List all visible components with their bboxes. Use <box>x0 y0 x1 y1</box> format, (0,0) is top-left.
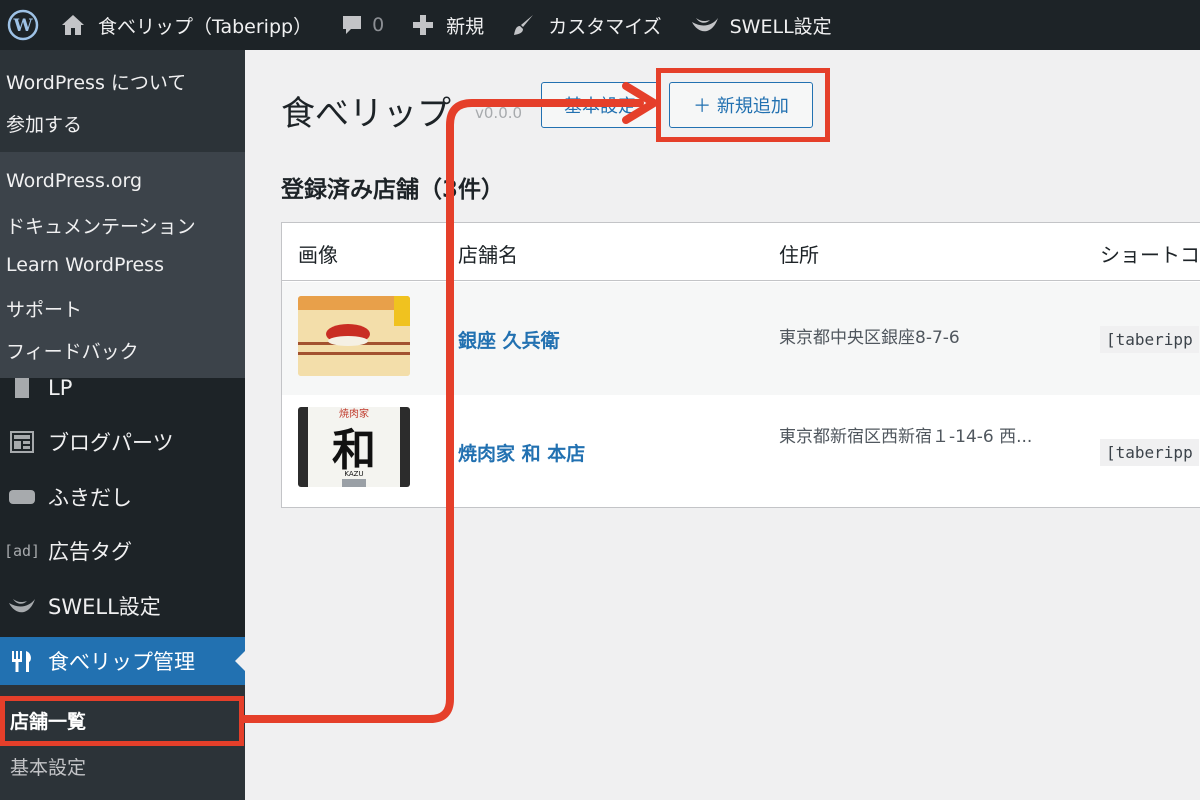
annotation-arrow <box>240 82 658 723</box>
